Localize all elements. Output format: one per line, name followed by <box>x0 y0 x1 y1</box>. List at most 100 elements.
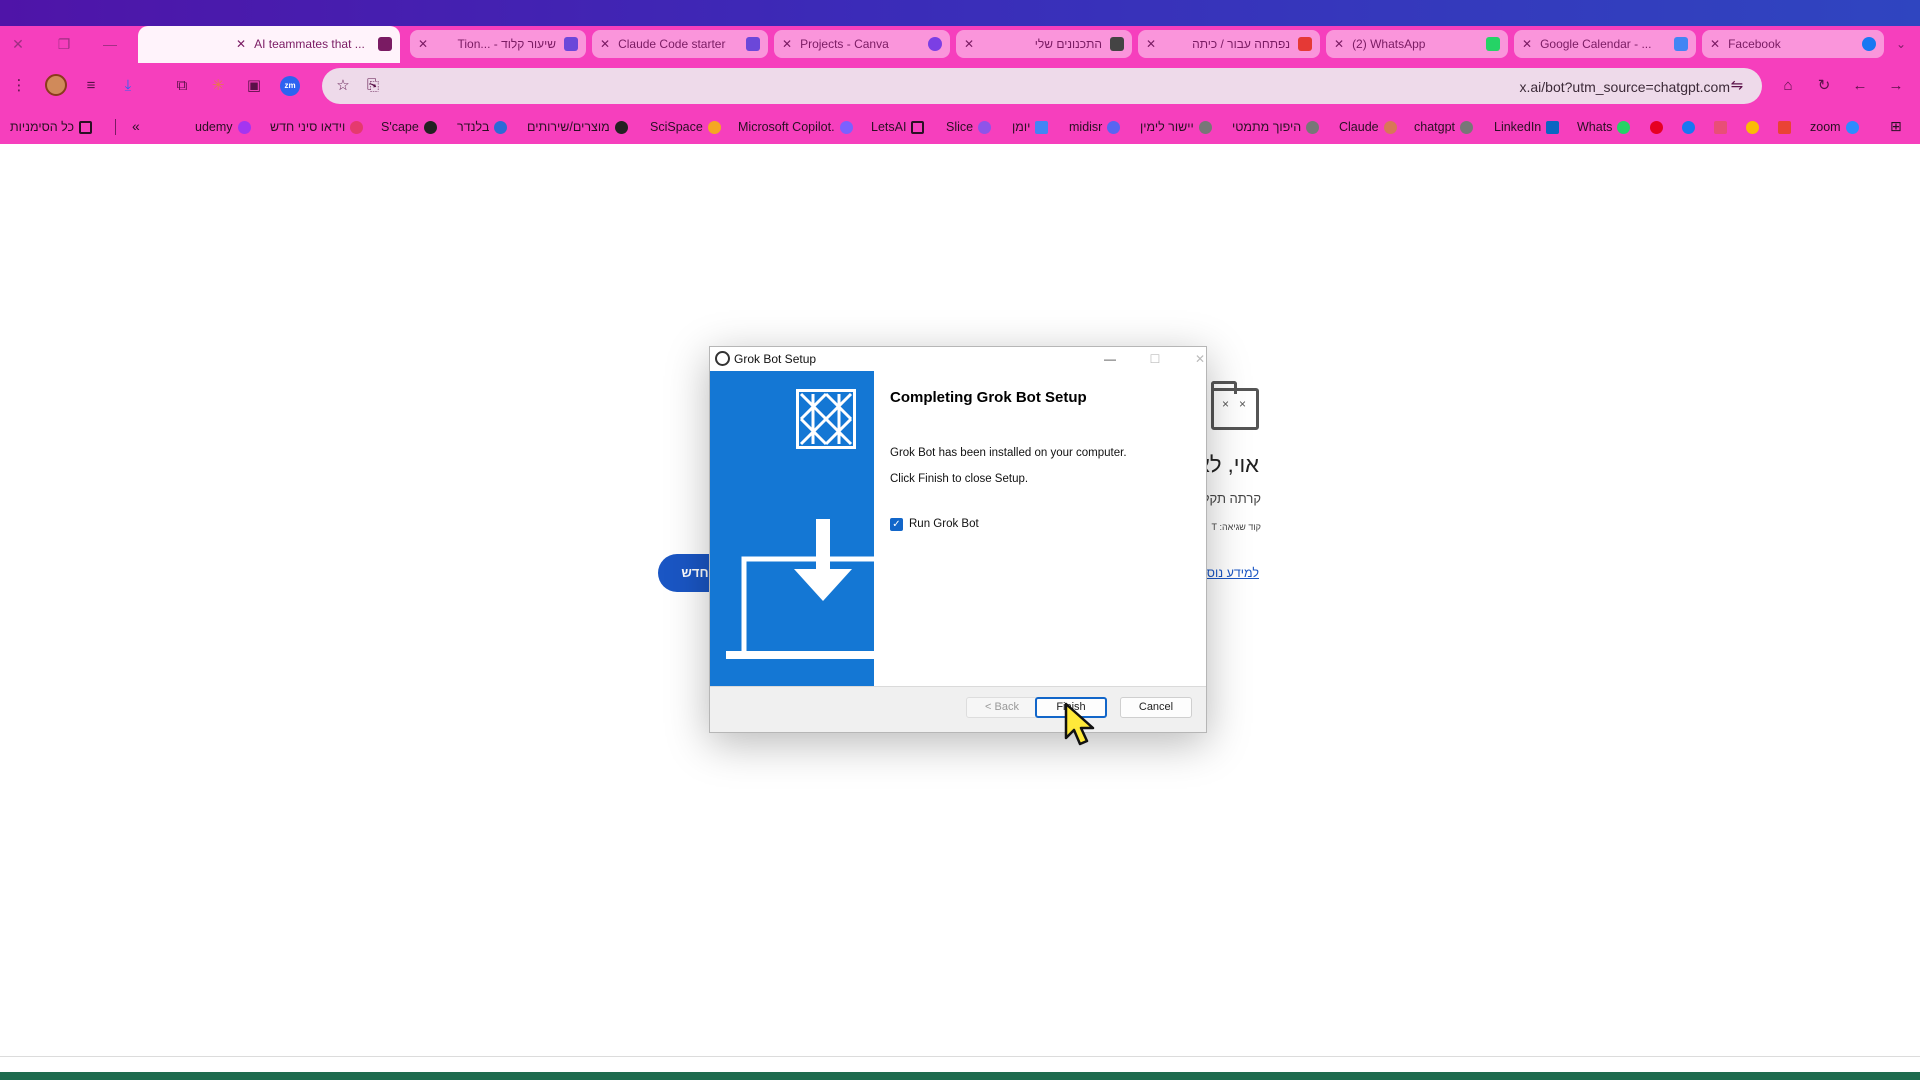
tab-close-icon[interactable]: ✕ <box>1522 37 1532 51</box>
run-grok-bot-label[interactable]: Run Grok Bot <box>909 518 979 530</box>
bookmark-label: Microsoft Copilot. <box>738 120 835 134</box>
bookmark-label: יומן <box>1012 120 1031 134</box>
dialog-minimize-icon[interactable]: — <box>1095 349 1125 369</box>
scispace-icon <box>707 120 721 134</box>
home-icon[interactable]: ⌂ <box>1777 75 1799 97</box>
cancel-button[interactable]: Cancel <box>1120 697 1192 718</box>
bookmark-label: מוצרים/שירותים <box>527 120 610 134</box>
window-close-icon[interactable]: ✕ <box>8 34 28 54</box>
tab-close-icon[interactable]: ✕ <box>418 37 428 51</box>
forward-arrow-icon[interactable]: → <box>1885 75 1907 97</box>
apps-grid-icon[interactable]: ⊞ <box>1890 118 1908 136</box>
bookmark-math-flip[interactable]: היפוך מתמטי <box>1232 118 1320 136</box>
bookmark-slice[interactable]: Slice <box>946 118 992 136</box>
tab-favicon-icon <box>378 37 392 51</box>
finish-instruction: Click Finish to close Setup. <box>890 473 1029 485</box>
tab-favicon-icon <box>1298 37 1312 51</box>
taskbar-strip <box>0 1072 1920 1080</box>
bookmark-label: Claude <box>1339 120 1379 134</box>
logo-lattice-icon <box>799 392 853 446</box>
facebook-icon <box>1682 120 1695 134</box>
dialog-close-icon: ✕ <box>1194 352 1206 366</box>
tab-close-icon[interactable]: ✕ <box>1334 37 1344 51</box>
bookmark-zoom[interactable]: zoom <box>1810 118 1859 136</box>
bookmark-udemy[interactable]: udemy <box>195 118 251 136</box>
calendar-icon <box>1035 120 1049 134</box>
bookmark-label: midisr <box>1069 120 1103 134</box>
bookmark-linkedin[interactable]: LinkedIn <box>1494 118 1560 136</box>
window-maximize-icon[interactable]: ❐ <box>54 34 74 54</box>
learn-more-link[interactable]: למידע נוסף <box>1206 566 1259 580</box>
tab-classroom[interactable]: ✕ נפתחה עבור / כיתה <box>1138 30 1320 58</box>
downloads-icon[interactable]: ⤓ <box>117 75 139 97</box>
bookmarks-separator <box>115 119 116 135</box>
bookmark-products[interactable]: מוצרים/שירותים <box>527 118 628 136</box>
products-icon <box>614 120 628 134</box>
tab-search-chevron-icon[interactable]: ⌄ <box>1890 34 1912 54</box>
bookmark-midisr[interactable]: midisr <box>1069 118 1121 136</box>
tab-title: Claude Code starter <box>618 37 726 51</box>
bookmark-chatgpt[interactable]: chatgpt <box>1414 118 1474 136</box>
url-text[interactable]: x.ai/bot?utm_source=chatgpt.com <box>1519 79 1730 95</box>
tab-my-plans[interactable]: ✕ התכנונים שלי <box>956 30 1132 58</box>
tab-google-calendar[interactable]: ✕ Google Calendar - ... <box>1514 30 1696 58</box>
bookmark-claude[interactable]: Claude <box>1339 118 1397 136</box>
tab-close-icon[interactable]: ✕ <box>1146 37 1156 51</box>
bookmark-star-icon[interactable]: ☆ <box>332 75 354 97</box>
pinterest-icon <box>1650 120 1663 134</box>
bookmarks-overflow-icon[interactable]: « <box>132 118 140 134</box>
bookmark-label: SciSpace <box>650 120 703 134</box>
bookmark-blender[interactable]: בלנדר <box>457 118 508 136</box>
tab-close-icon[interactable]: ✕ <box>1710 37 1720 51</box>
bookmark-scispace[interactable]: SciSpace <box>650 118 721 136</box>
copilot-icon <box>839 120 853 134</box>
bookmark-gmail[interactable] <box>1778 118 1791 136</box>
dialog-content: Completing Grok Bot Setup Grok Bot has b… <box>874 371 1206 686</box>
bookmark-label: LetsAI <box>871 120 907 134</box>
extensions-icon[interactable]: ⧉ <box>171 75 193 97</box>
bookmark-copilot[interactable]: Microsoft Copilot. <box>738 118 853 136</box>
run-grok-bot-checkbox[interactable]: ✓ <box>890 518 903 531</box>
zoom-icon <box>1845 120 1859 134</box>
tab-title: נפתחה עבור / כיתה <box>1192 37 1290 51</box>
bookmark-video[interactable]: וידאו סיני חדש <box>270 118 364 136</box>
video-icon <box>350 120 364 134</box>
tab-close-icon[interactable]: ✕ <box>964 37 974 51</box>
dialog-title-bar[interactable]: Grok Bot Setup — ☐ ✕ <box>710 347 1206 371</box>
sad-face-icon: ×× <box>1222 397 1257 411</box>
menu-kebab-icon[interactable]: ⋮ <box>8 75 30 97</box>
translate-icon[interactable]: ⎘ <box>362 75 384 97</box>
zoom-extension-icon[interactable]: zm <box>280 76 300 96</box>
tab-whatsapp[interactable]: ✕ (2) WhatsApp <box>1326 30 1508 58</box>
claude-extension-icon[interactable]: ✳ <box>207 75 229 97</box>
bookmark-rtl-align[interactable]: יישור לימין <box>1140 118 1212 136</box>
bookmark-pinterest[interactable] <box>1650 118 1663 136</box>
bookmark-facebook[interactable] <box>1682 118 1695 136</box>
tab-claude-code[interactable]: ✕ Claude Code starter <box>592 30 768 58</box>
tab-bar: ✕ ❐ — + ✕ AI teammates that ... ✕ שיעור … <box>0 26 1920 63</box>
bookmark-calendar[interactable]: יומן <box>1012 118 1049 136</box>
window-minimize-icon[interactable]: — <box>100 34 120 54</box>
bookmark-label: LinkedIn <box>1494 120 1542 134</box>
tab-claude-lesson[interactable]: ✕ שיעור קלוד - ...Tion <box>410 30 586 58</box>
tab-close-icon[interactable]: ✕ <box>600 37 610 51</box>
tab-close-icon[interactable]: ✕ <box>782 37 792 51</box>
bookmark-all-bookmarks[interactable]: כל הסימניות <box>10 118 93 136</box>
bookmark-app[interactable] <box>1714 118 1727 136</box>
window-top-strip <box>0 0 1920 26</box>
tab-ai-teammates[interactable]: ✕ AI teammates that ... <box>228 30 400 58</box>
tab-facebook[interactable]: ✕ Facebook <box>1702 30 1884 58</box>
reading-list-icon[interactable]: ≡ <box>80 75 102 97</box>
dialog-footer: < Back Finish Cancel <box>710 686 1206 732</box>
sidebar-icon[interactable]: ▣ <box>243 75 265 97</box>
bookmark-letsai[interactable]: LetsAI <box>871 118 925 136</box>
reload-icon[interactable]: ↻ <box>1813 75 1835 97</box>
tab-title: התכנונים שלי <box>1034 37 1102 51</box>
tab-close-icon[interactable]: ✕ <box>236 37 246 51</box>
bookmark-drive[interactable] <box>1746 118 1759 136</box>
back-arrow-icon[interactable]: ← <box>1849 75 1871 97</box>
bookmark-whats[interactable]: Whats <box>1577 118 1631 136</box>
profile-avatar[interactable] <box>45 74 67 96</box>
bookmark-scape[interactable]: S'cape <box>381 118 437 136</box>
tab-canva[interactable]: ✕ Projects - Canva <box>774 30 950 58</box>
